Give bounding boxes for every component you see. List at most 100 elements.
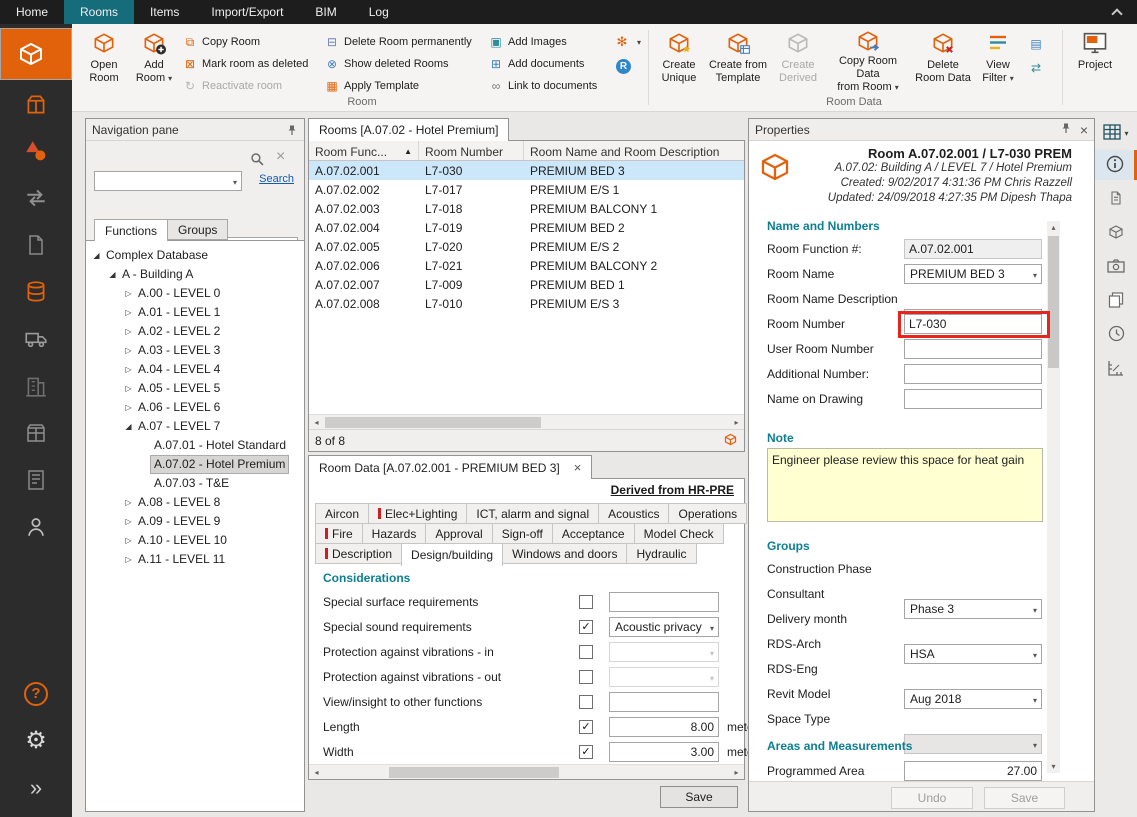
expand-sidebar-button[interactable]: » xyxy=(0,764,72,811)
module-transfer[interactable] xyxy=(0,174,72,221)
delivery-month-select[interactable]: Aug 2018▾ xyxy=(904,689,1042,709)
search-combo[interactable]: ▾ xyxy=(94,171,242,191)
module-rooms[interactable] xyxy=(0,28,72,80)
special-surface-input[interactable] xyxy=(609,592,719,612)
images-panel-button[interactable] xyxy=(1095,252,1137,282)
tab-ict-alarm-signal[interactable]: ICT, alarm and signal xyxy=(466,503,599,524)
module-logistics[interactable] xyxy=(0,315,72,362)
create-unique-button[interactable]: Create Unique xyxy=(656,28,702,94)
menu-rooms[interactable]: Rooms xyxy=(64,0,134,24)
table-row[interactable]: A.07.02.005L7-020PREMIUM E/S 2 xyxy=(309,237,744,256)
column-room-function[interactable]: Room Func...▲ xyxy=(309,141,419,160)
scroll-left-icon[interactable]: ◂ xyxy=(309,415,324,430)
checkbox-unchecked[interactable] xyxy=(579,670,593,684)
create-from-template-button[interactable]: Create from Template xyxy=(706,28,770,94)
clear-search-icon[interactable]: × xyxy=(276,148,285,166)
scroll-left-icon[interactable]: ◂ xyxy=(309,765,324,780)
module-reports[interactable] xyxy=(0,456,72,503)
scroll-up-icon[interactable]: ▴ xyxy=(1047,221,1060,234)
room-name-select[interactable]: PREMIUM BED 3▾ xyxy=(904,264,1042,284)
sound-requirement-select[interactable]: Acoustic privacy▾ xyxy=(609,617,719,637)
table-row[interactable]: A.07.02.002L7-017PREMIUM E/S 1 xyxy=(309,180,744,199)
tab-sign-off[interactable]: Sign-off xyxy=(492,523,553,544)
add-room-button[interactable]: Add Room▾ xyxy=(130,28,178,94)
module-shapes[interactable] xyxy=(0,127,72,174)
note-textarea[interactable]: Engineer please review this space for he… xyxy=(767,448,1043,522)
scrollbar-thumb[interactable] xyxy=(1048,236,1059,368)
tab-hazards[interactable]: Hazards xyxy=(362,523,427,544)
menu-log[interactable]: Log xyxy=(353,0,405,24)
view-filter-button[interactable]: View Filter▾ xyxy=(976,28,1020,94)
vibration-out-select[interactable]: ▾ xyxy=(609,667,719,687)
checkbox-checked[interactable]: ✓ xyxy=(579,745,593,759)
checkbox-unchecked[interactable] xyxy=(579,645,593,659)
tree-item[interactable]: ▷A.05 - LEVEL 5 xyxy=(86,379,304,398)
tab-acceptance[interactable]: Acceptance xyxy=(552,523,635,544)
copy-room-data-button[interactable]: Copy Room Data from Room▾ xyxy=(826,28,910,94)
pin-icon[interactable] xyxy=(1060,122,1072,137)
add-images-button[interactable]: ▣Add Images xyxy=(488,32,567,52)
name-on-drawing-input[interactable] xyxy=(904,389,1042,409)
settings-button[interactable]: ⚙ xyxy=(0,717,72,764)
tree-item-selected[interactable]: A.07.02 - Hotel Premium xyxy=(86,455,304,474)
history-panel-button[interactable] xyxy=(1095,320,1137,350)
column-room-name[interactable]: Room Name and Room Description xyxy=(524,141,744,160)
pin-icon[interactable] xyxy=(286,124,298,136)
properties-save-button[interactable]: Save xyxy=(984,787,1065,809)
tree-item[interactable]: ◢A - Building A xyxy=(86,265,304,284)
expander-collapsed-icon[interactable]: ▷ xyxy=(122,327,135,336)
table-row-selected[interactable]: A.07.02.001L7-030PREMIUM BED 3 xyxy=(309,161,744,180)
image-options-button[interactable]: ✻▾ xyxy=(614,32,641,52)
close-panel-icon[interactable]: × xyxy=(1080,125,1088,135)
table-row[interactable]: A.07.02.003L7-018PREMIUM BALCONY 1 xyxy=(309,199,744,218)
layout-views-button[interactable]: ▾ xyxy=(1095,118,1137,148)
tree-item[interactable]: ▷A.04 - LEVEL 4 xyxy=(86,360,304,379)
menu-items[interactable]: Items xyxy=(134,0,195,24)
add-documents-button[interactable]: ⊞Add documents xyxy=(488,54,584,74)
mark-room-deleted-button[interactable]: ⊠Mark room as deleted xyxy=(182,54,308,74)
rds-arch-select[interactable]: ▾ xyxy=(904,734,1042,754)
scroll-right-icon[interactable]: ▸ xyxy=(729,415,744,430)
checkbox-unchecked[interactable] xyxy=(579,595,593,609)
scrollbar-thumb[interactable] xyxy=(325,417,541,428)
open-room-button[interactable]: Open Room xyxy=(82,28,126,94)
checkbox-unchecked[interactable] xyxy=(579,695,593,709)
save-button[interactable]: Save xyxy=(660,786,738,808)
tab-description[interactable]: Description xyxy=(315,543,402,564)
rooms-tab[interactable]: Rooms [A.07.02 - Hotel Premium] xyxy=(308,118,509,141)
additional-number-input[interactable] xyxy=(904,364,1042,384)
delete-room-permanently-button[interactable]: ⊟Delete Room permanently xyxy=(324,32,472,52)
module-items[interactable] xyxy=(0,80,72,127)
menu-home[interactable]: Home xyxy=(0,0,64,24)
copy-room-button[interactable]: ⧉Copy Room xyxy=(182,32,260,52)
tab-groups[interactable]: Groups xyxy=(167,219,228,240)
search-icon[interactable] xyxy=(250,152,264,169)
view-insight-input[interactable] xyxy=(609,692,719,712)
saved-views-button[interactable]: ▤ xyxy=(1028,34,1048,54)
scroll-right-icon[interactable]: ▸ xyxy=(729,765,744,780)
tab-acoustics[interactable]: Acoustics xyxy=(598,503,669,524)
tree-item[interactable]: ▷A.06 - LEVEL 6 xyxy=(86,398,304,417)
measurements-panel-button[interactable] xyxy=(1095,354,1137,384)
tab-aircon[interactable]: Aircon xyxy=(315,503,369,524)
tree-item[interactable]: ◢A.07 - LEVEL 7 xyxy=(86,417,304,436)
room-data-tab[interactable]: Room Data [A.07.02.001 - PREMIUM BED 3] … xyxy=(308,455,592,479)
tree-item[interactable]: ▷A.09 - LEVEL 9 xyxy=(86,512,304,531)
expander-expanded-icon[interactable]: ◢ xyxy=(122,422,135,431)
reactivate-room-button[interactable]: ↻Reactivate room xyxy=(182,76,282,96)
derived-from-link[interactable]: Derived from HR-PRE xyxy=(611,483,734,497)
programmed-area-input[interactable] xyxy=(904,761,1042,781)
table-row[interactable]: A.07.02.007L7-009PREMIUM BED 1 xyxy=(309,275,744,294)
tree-item[interactable]: A.07.01 - Hotel Standard xyxy=(86,436,304,455)
table-row[interactable]: A.07.02.004L7-019PREMIUM BED 2 xyxy=(309,218,744,237)
module-documents[interactable] xyxy=(0,221,72,268)
expander-collapsed-icon[interactable]: ▷ xyxy=(122,536,135,545)
tree-item[interactable]: ▷A.11 - LEVEL 11 xyxy=(86,550,304,569)
expander-collapsed-icon[interactable]: ▷ xyxy=(122,289,135,298)
tab-elec-lighting[interactable]: Elec+Lighting xyxy=(368,503,467,524)
tree-item[interactable]: A.07.03 - T&E xyxy=(86,474,304,493)
tab-windows-doors[interactable]: Windows and doors xyxy=(502,543,627,564)
expander-collapsed-icon[interactable]: ▷ xyxy=(122,365,135,374)
expander-collapsed-icon[interactable]: ▷ xyxy=(122,498,135,507)
tab-hydraulic[interactable]: Hydraulic xyxy=(626,543,696,564)
